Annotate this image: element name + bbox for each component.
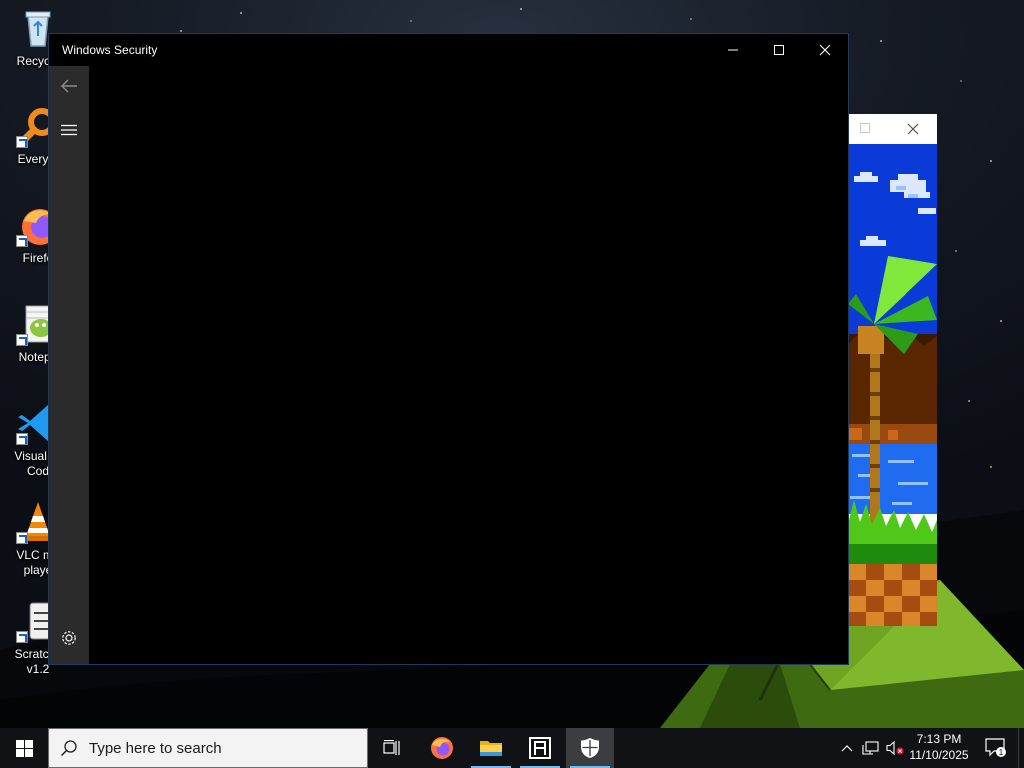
- task-view-icon: [383, 740, 400, 755]
- notification-icon: 1: [985, 738, 1006, 757]
- show-hidden-icons-button[interactable]: [836, 728, 858, 768]
- notification-count: 1: [999, 748, 1004, 757]
- game-window-titlebar[interactable]: [848, 114, 937, 144]
- clock-time: 7:13 PM: [916, 732, 962, 746]
- maximize-button[interactable]: [756, 34, 802, 66]
- maximize-icon: [774, 45, 784, 55]
- taskbar-search-box[interactable]: Type here to search: [48, 728, 368, 768]
- settings-button[interactable]: [49, 618, 89, 658]
- hamburger-menu-icon: [61, 124, 77, 136]
- taskbar-file-explorer[interactable]: [467, 728, 515, 768]
- taskbar-windows-security[interactable]: [566, 728, 614, 768]
- hamburger-menu-button[interactable]: [49, 110, 89, 150]
- search-placeholder: Type here to search: [89, 739, 222, 757]
- volume-muted-icon: [886, 740, 904, 756]
- firefox-icon: [431, 737, 453, 759]
- tray-clock[interactable]: 7:13 PM 11/10/2025: [905, 731, 973, 765]
- close-button[interactable]: [802, 34, 848, 66]
- minimize-icon: [728, 49, 738, 51]
- taskbar-firefox[interactable]: [418, 728, 466, 768]
- window-titlebar[interactable]: Windows Security: [49, 34, 848, 66]
- close-icon: [819, 44, 831, 56]
- back-button[interactable]: [49, 66, 89, 106]
- shortcut-arrow-icon: [16, 136, 28, 148]
- action-center-button[interactable]: 1: [978, 728, 1014, 768]
- clock-date: 11/10/2025: [909, 748, 969, 762]
- shield-icon: [581, 738, 599, 758]
- task-view-button[interactable]: [368, 728, 416, 768]
- shortcut-arrow-icon: [16, 334, 28, 346]
- volume-tray-button[interactable]: [884, 728, 906, 768]
- shortcut-arrow-icon: [16, 532, 28, 544]
- shortcut-arrow-icon: [16, 433, 28, 445]
- shortcut-arrow-icon: [16, 235, 28, 247]
- windows-logo-icon: [15, 739, 33, 757]
- taskbar: Type here to search 7:13 PM 11/10/2025 1: [0, 728, 1024, 768]
- maximize-icon[interactable]: [860, 123, 870, 133]
- folder-icon: [480, 741, 502, 756]
- network-icon: [862, 741, 879, 755]
- network-tray-button[interactable]: [860, 728, 882, 768]
- minimize-button[interactable]: [710, 34, 756, 66]
- start-button[interactable]: [0, 728, 48, 768]
- shortcut-arrow-icon: [16, 631, 28, 643]
- chevron-up-icon: [841, 745, 853, 752]
- window-title: Windows Security: [62, 43, 158, 57]
- back-arrow-icon: [61, 79, 77, 93]
- show-desktop-button[interactable]: [1018, 728, 1024, 768]
- search-icon: [49, 729, 89, 767]
- app-icon: [529, 737, 551, 759]
- background-game-window[interactable]: [848, 114, 937, 626]
- settings-gear-icon: [62, 631, 76, 645]
- close-icon[interactable]: [902, 119, 924, 139]
- security-nav-pane: [49, 66, 89, 664]
- windows-security-window[interactable]: Windows Security: [48, 33, 849, 665]
- security-content-area: [89, 66, 848, 664]
- game-canvas[interactable]: [848, 144, 937, 626]
- taskbar-game-app[interactable]: [516, 728, 564, 768]
